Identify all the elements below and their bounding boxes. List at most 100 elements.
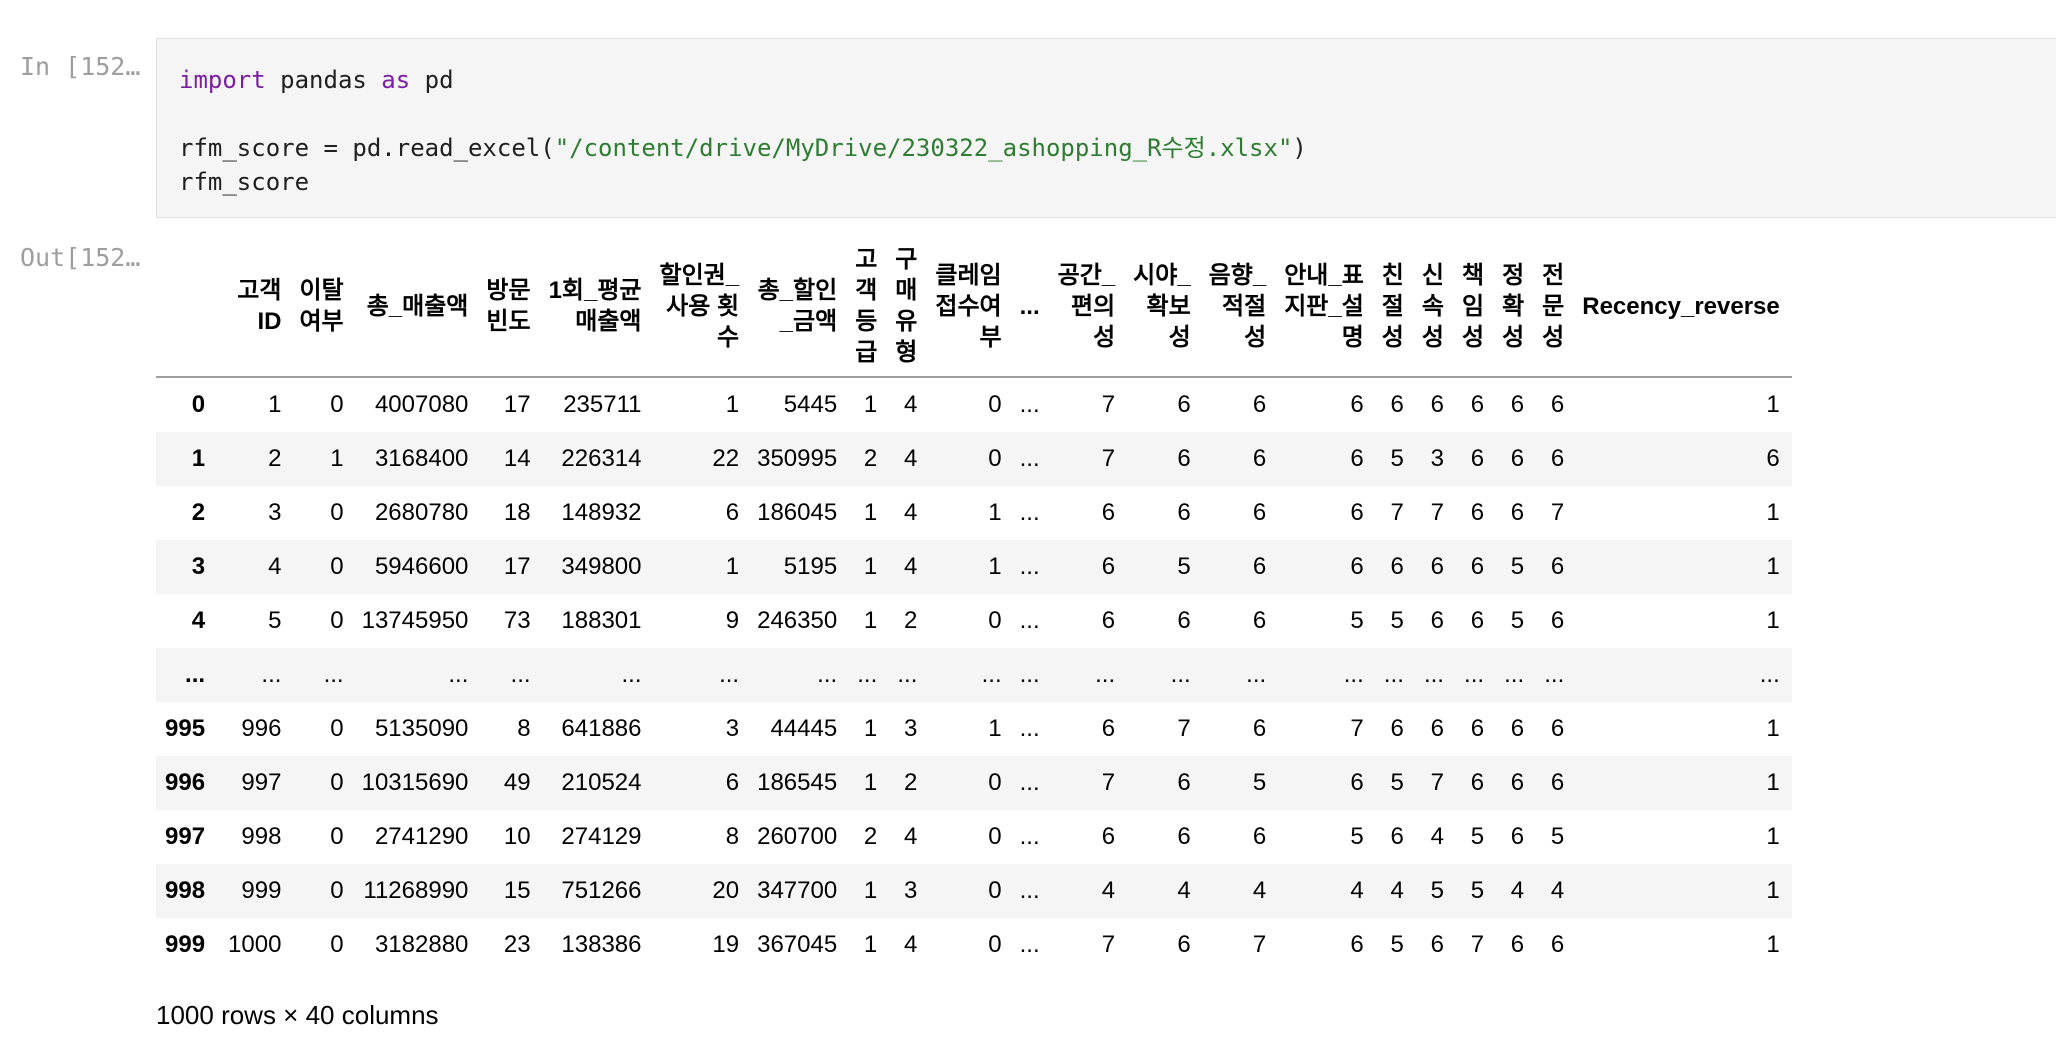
table-cell: 1: [863, 607, 878, 634]
table-cell: 1: [268, 391, 282, 418]
table-cell: 6: [1510, 823, 1525, 850]
row-index: 998: [165, 877, 206, 904]
table-cell: 3: [268, 499, 282, 526]
table-cell: ...: [1019, 553, 1040, 580]
table-cell: 0: [330, 823, 344, 850]
table-cell: ...: [1019, 445, 1040, 472]
table-cell: 6: [1510, 715, 1525, 742]
table-cell: 1: [1766, 877, 1780, 904]
table-cell: 4: [904, 931, 918, 958]
table-cell: ...: [323, 661, 344, 688]
column-header: 총_매출액: [352, 236, 478, 378]
column-header: 구 매 유 형: [886, 236, 927, 378]
table-cell: 3168400: [374, 445, 469, 472]
table-cell: 5: [1350, 607, 1364, 634]
output-area: 고객 ID 이탈 여부 총_매출액 방문 빈도 1회_평균 매출액 할인권_ 사용 횟 수…: [156, 236, 2036, 972]
table-cell: 3: [904, 877, 918, 904]
table-cell: ...: [1464, 661, 1485, 688]
table-cell: 186545: [757, 769, 838, 796]
table-cell: 260700: [757, 823, 838, 850]
table-cell: 4: [1252, 877, 1267, 904]
table-cell: 6: [1550, 391, 1565, 418]
table-row: 998 999 0 11268990 15 751266 20 347700 1 3 0... 4 4 4…: [156, 864, 1792, 918]
table-cell: 4: [1430, 823, 1444, 850]
table-cell: 44445: [770, 715, 838, 742]
table-row: 999 1000 0 3182880 23 138386 19 367045 1 4 0... 7 6 7…: [156, 918, 1792, 972]
table-cell: 18: [503, 499, 531, 526]
table-cell: 7: [1470, 931, 1485, 958]
table-cell: 8: [725, 823, 740, 850]
table-cell: 3: [725, 715, 740, 742]
code-editor[interactable]: import pandas as pd rfm_score = pd.read_…: [156, 38, 2056, 218]
row-index: 4: [191, 607, 206, 634]
table-cell: 6: [1252, 553, 1267, 580]
table-cell: 73: [503, 607, 531, 634]
table-cell: 5946600: [374, 553, 469, 580]
table-cell: 5: [1510, 553, 1525, 580]
table-cell: 6: [725, 499, 740, 526]
table-cell: 17: [503, 391, 531, 418]
table-row: 2 3 0 2680780 18 148932 6 186045 1 4 1... 6 6 6 6 7 7 6 6 7…: [156, 486, 1792, 540]
code-token: rfm_score: [179, 168, 310, 196]
table-cell: 1: [725, 391, 740, 418]
table-cell: 1: [863, 877, 878, 904]
table-cell: 186045: [757, 499, 838, 526]
table-cell: 4: [1390, 877, 1404, 904]
table-cell: ...: [897, 661, 918, 688]
table-cell: 1: [1766, 553, 1780, 580]
row-index: 995: [165, 715, 206, 742]
table-cell: 5: [1350, 823, 1364, 850]
table-cell: 7: [1101, 769, 1116, 796]
table-cell: 0: [988, 823, 1002, 850]
table-cell: 1: [1766, 391, 1780, 418]
table-cell: 3: [1430, 445, 1444, 472]
code-text[interactable]: import pandas as pd rfm_score = pd.read_…: [179, 63, 1307, 199]
table-cell: ...: [1019, 877, 1040, 904]
code-token: pandas: [265, 66, 382, 94]
table-row: 4 5 0 13745950 73 188301 9 246350 1 2 0... 6 6 6 5 5 6 6 5…: [156, 594, 1792, 648]
table-cell: 0: [330, 931, 344, 958]
table-cell: 226314: [561, 445, 642, 472]
table-cell: 7: [1430, 499, 1444, 526]
table-cell: 1: [988, 715, 1002, 742]
dataframe-shape: 1000 rows × 40 columns: [156, 1000, 439, 1030]
header-row: 고객 ID 이탈 여부 총_매출액 방문 빈도 1회_평균 매출액 할인권_ 사용 횟 수…: [156, 236, 1792, 378]
table-cell: 6: [1177, 445, 1191, 472]
table-cell: 5445: [783, 391, 838, 418]
table-cell: 6: [1252, 607, 1267, 634]
table-body: 0 1 0 4007080 17 235711 1 5445 1 4 0... 7 6 6 6 6 6 6 6 6 1 1…: [156, 377, 1792, 972]
table-cell: 7: [1101, 931, 1116, 958]
table-cell: 6: [1470, 445, 1485, 472]
column-header: 전 문 성: [1533, 236, 1574, 378]
table-cell: 0: [330, 391, 344, 418]
table-cell: 5: [1390, 931, 1404, 958]
table-row: 995 996 0 5135090 8 641886 3 44445 1 3 1... 6 7 6 7 6 6 6…: [156, 702, 1792, 756]
table-cell: 17: [503, 553, 531, 580]
table-cell: 4: [1177, 877, 1191, 904]
table-cell: 4: [904, 445, 918, 472]
table-cell: 7: [1390, 499, 1404, 526]
table-cell: 5: [1252, 769, 1267, 796]
column-header: 정 확 성: [1493, 236, 1534, 378]
table-cell: 2741290: [374, 823, 469, 850]
table-cell: 4: [1101, 877, 1116, 904]
table-cell: ...: [1019, 661, 1040, 688]
table-row: 3 4 0 5946600 17 349800 1 5195 1 4 1... 6 5 6 6 6 6 6 5 6 1: [156, 540, 1792, 594]
table-cell: 367045: [757, 931, 838, 958]
table-cell: 0: [988, 877, 1002, 904]
table-cell: 4: [904, 391, 918, 418]
table-cell: 6: [1101, 499, 1116, 526]
table-cell: ...: [1019, 607, 1040, 634]
column-header: 책 임 성: [1452, 236, 1494, 378]
table-cell: 6: [1510, 931, 1525, 958]
table-cell: 6: [1430, 553, 1444, 580]
table-cell: 6: [1430, 931, 1444, 958]
table-cell: 14: [503, 445, 531, 472]
table-cell: 1000: [228, 931, 282, 958]
table-cell: 6: [1470, 391, 1485, 418]
table-cell: 9: [725, 607, 740, 634]
column-header: 고 객 등 급: [846, 236, 887, 378]
table-cell: 6: [1177, 931, 1191, 958]
table-cell: 4007080: [374, 391, 469, 418]
table-cell: 7: [1177, 715, 1191, 742]
